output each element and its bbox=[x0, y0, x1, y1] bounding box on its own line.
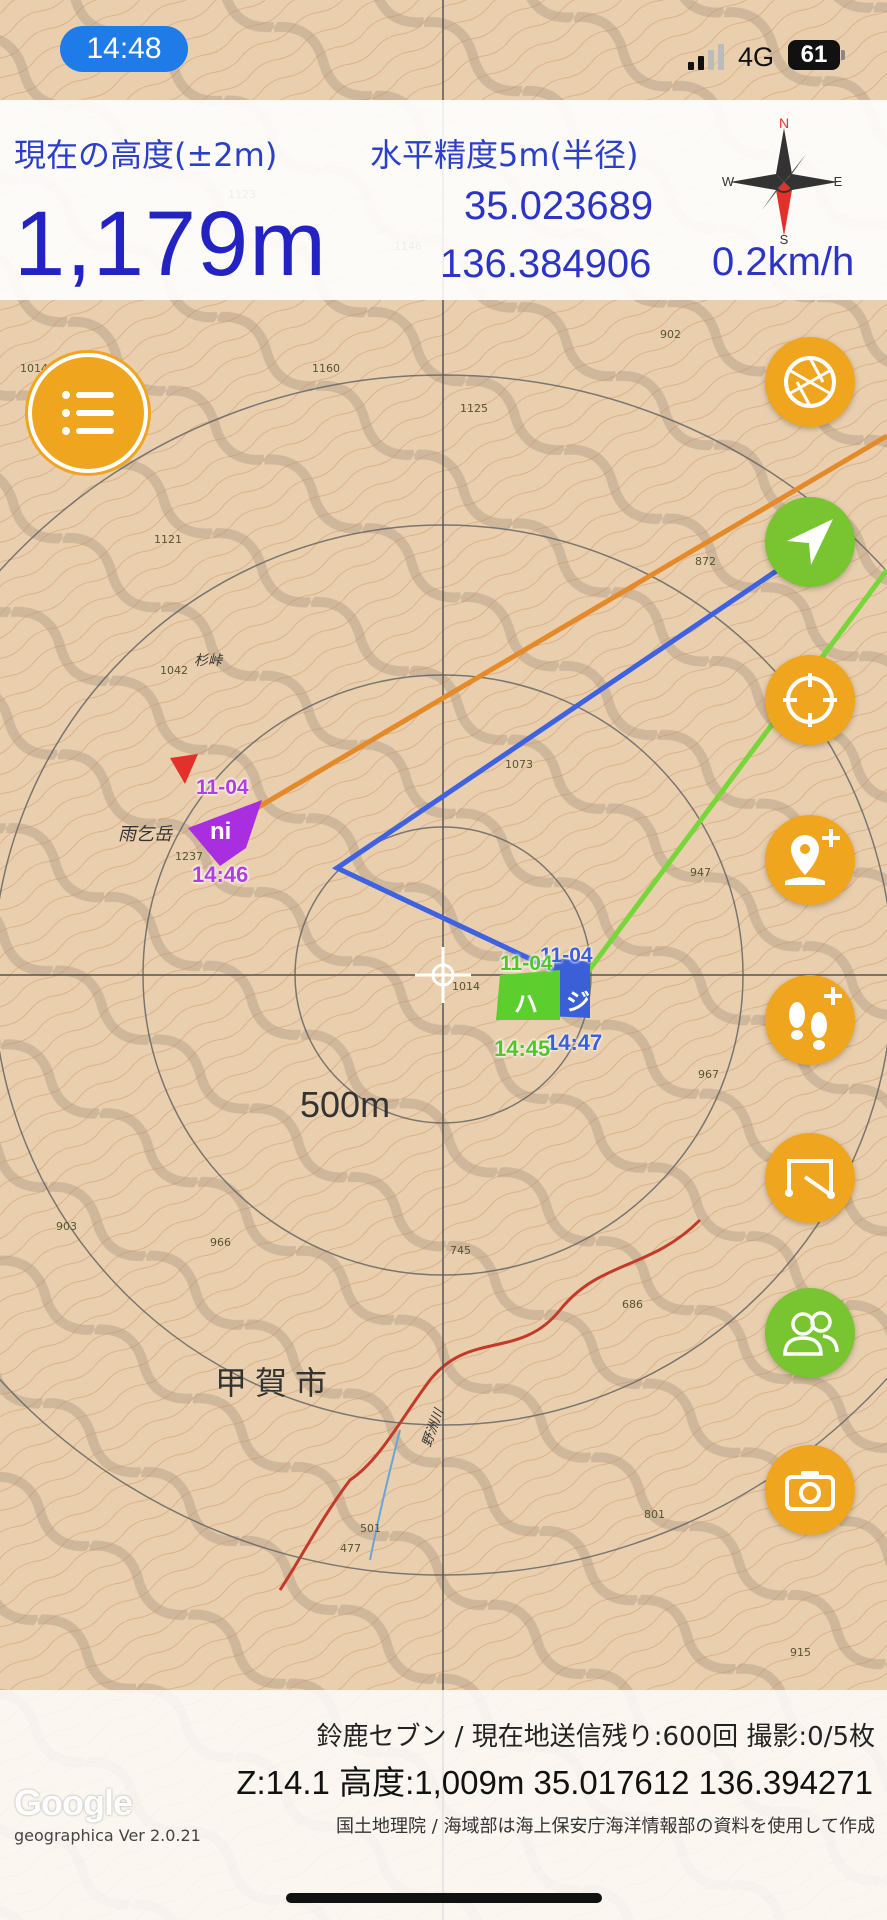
spot-height: 1125 bbox=[460, 402, 488, 415]
spot-height: 915 bbox=[790, 1646, 811, 1659]
home-indicator[interactable] bbox=[286, 1893, 602, 1903]
network-type: 4G bbox=[738, 42, 775, 72]
marker-ni-time: 14:46 bbox=[192, 862, 249, 887]
locate-button[interactable] bbox=[765, 655, 855, 745]
latitude-value: 35.023689 bbox=[464, 184, 654, 228]
spot-height: 947 bbox=[690, 866, 711, 879]
altitude-value: 1,179m bbox=[14, 193, 327, 295]
compass-s: S bbox=[780, 232, 789, 246]
aperture-icon bbox=[784, 356, 836, 408]
camera-button[interactable] bbox=[765, 1445, 855, 1535]
add-pin-button[interactable] bbox=[765, 815, 855, 905]
spot-height: 1042 bbox=[160, 664, 188, 677]
spot-height: 872 bbox=[695, 555, 716, 568]
route-button[interactable] bbox=[765, 1133, 855, 1223]
accuracy-label: 水平精度5m(半径) bbox=[370, 136, 639, 174]
compass-w: W bbox=[722, 174, 735, 189]
altitude-label: 現在の高度(±2m) bbox=[14, 136, 278, 174]
spot-height: 1121 bbox=[154, 533, 182, 546]
city-label: 甲賀市 bbox=[215, 1364, 336, 1402]
session-status: 鈴鹿セブン / 現在地送信残り:600回 撮影:0/5枚 bbox=[316, 1722, 875, 1752]
menu-button[interactable] bbox=[32, 357, 144, 469]
add-footprints-icon bbox=[789, 987, 842, 1050]
spot-height: 501 bbox=[360, 1522, 381, 1535]
route-icon bbox=[785, 1159, 835, 1199]
status-time: 14:48 bbox=[60, 26, 188, 72]
spot-height: 801 bbox=[644, 1508, 665, 1521]
add-footprint-button[interactable] bbox=[765, 975, 855, 1065]
navigation-arrow-icon bbox=[787, 519, 833, 565]
add-map-pin-icon bbox=[785, 829, 840, 885]
spot-height: 1160 bbox=[312, 362, 340, 375]
camera-icon bbox=[785, 1471, 835, 1511]
map-attribution: 国土地理院 / 海域部は海上保安庁海洋情報部の資料を使用して作成 bbox=[336, 1816, 875, 1837]
google-logo: Google bbox=[14, 1782, 133, 1823]
scale-label: 500m bbox=[300, 1084, 391, 1125]
spot-height: 745 bbox=[450, 1244, 471, 1257]
navigation-button[interactable] bbox=[765, 497, 855, 587]
spot-height: 1073 bbox=[505, 758, 533, 771]
spot-height: 903 bbox=[56, 1220, 77, 1233]
battery-icon: 61 bbox=[788, 40, 845, 70]
marker-ni-name[interactable]: ni bbox=[210, 818, 231, 846]
road-number: 477 bbox=[340, 1542, 361, 1555]
menu-icon bbox=[62, 391, 114, 435]
speed-value[interactable]: 0.2km/h bbox=[712, 240, 854, 285]
map-center-info: Z:14.1 高度:1,009m 35.017612 136.394271 bbox=[236, 1764, 873, 1801]
marker-ji-time: 14:47 bbox=[546, 1030, 603, 1055]
longitude-value: 136.384906 bbox=[440, 242, 652, 286]
compass-icon[interactable]: N E S W bbox=[720, 118, 848, 246]
spot-height: 1014 bbox=[452, 980, 480, 993]
app-version: geographica Ver 2.0.21 bbox=[14, 1826, 201, 1845]
spot-height: 966 bbox=[210, 1236, 231, 1249]
marker-ha-date: 11-04 bbox=[500, 952, 553, 975]
spot-height: 902 bbox=[660, 328, 681, 341]
crosshair-icon bbox=[783, 673, 837, 727]
marker-ha-name[interactable]: ハ bbox=[514, 984, 538, 1019]
signal-icon bbox=[688, 44, 724, 70]
status-bar: 14:48 4G 61 bbox=[0, 0, 887, 100]
marker-ji-name[interactable]: ジ bbox=[566, 982, 590, 1017]
spot-height: 686 bbox=[622, 1298, 643, 1311]
group-button[interactable] bbox=[765, 1288, 855, 1378]
aperture-button[interactable] bbox=[765, 337, 855, 427]
marker-ha-time: 14:45 bbox=[494, 1036, 551, 1061]
pass-label: 杉峠 bbox=[194, 653, 222, 669]
mountain-label: 雨乞岳 bbox=[118, 824, 172, 845]
spot-height: 967 bbox=[698, 1068, 719, 1081]
compass-n: N bbox=[779, 118, 789, 131]
marker-ni-date: 11-04 bbox=[196, 776, 249, 799]
group-icon bbox=[783, 1311, 839, 1356]
compass-e: E bbox=[834, 174, 843, 189]
